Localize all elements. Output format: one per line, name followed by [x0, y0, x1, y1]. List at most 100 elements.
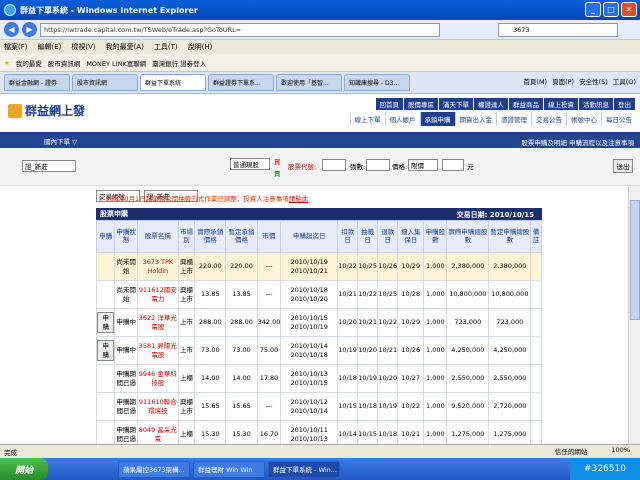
top-link[interactable]: 登出 — [614, 98, 636, 110]
zoom-level[interactable]: 100% — [611, 446, 630, 456]
cell-dates: 2010/10/13 2010/10/15 — [280, 364, 339, 393]
cell-d2: 10/18 — [357, 392, 379, 421]
order-type-select[interactable]: 普通現股 — [230, 158, 270, 170]
main-menu-item-active[interactable]: 承銷申購 — [419, 112, 455, 126]
cell-d2: 10/20 — [357, 336, 379, 365]
browser-tab[interactable]: 群益金融網 - 證券 — [4, 74, 70, 91]
menu-favorites[interactable]: 我的最愛(A) — [106, 42, 144, 52]
browser-tab[interactable]: 群益證券下單系... — [208, 74, 274, 91]
cell-t1: 2,550,000 — [446, 364, 490, 393]
main-menu-item[interactable]: 個人帳戶 — [384, 112, 420, 126]
start-button[interactable]: 開始 — [0, 458, 48, 480]
cell-d3: 10/21 — [377, 336, 399, 365]
menu-edit[interactable]: 編輯(E) — [38, 42, 62, 52]
favorites-bar: ★ 我的最愛 股市資訊網 MONEY LINK富聯網 臺灣銀行 證券登入 — [0, 54, 640, 72]
url-input[interactable]: https://iwtrade.capital.com.tw/TSWeb/eTr… — [40, 22, 440, 37]
main-menu-item[interactable]: 期貨出入金 — [454, 112, 497, 126]
stock-code-input[interactable] — [322, 159, 346, 171]
table-row: 申購期間已過 9946 金華科技股 上櫃 14.00 14.00 17.80 2010/10… — [95, 364, 542, 393]
cell-d1: 10/22 — [337, 252, 359, 281]
submit-button[interactable]: 送出 — [613, 159, 633, 173]
cell-dates: 2010/10/12 2010/10/14 — [280, 392, 339, 421]
taskbar-item[interactable]: 蘋果屬控3673架構... — [118, 460, 190, 478]
fav-item[interactable]: 我的最愛 — [16, 58, 42, 68]
cell-p1: 15.65 — [194, 392, 227, 421]
subscribe-button[interactable]: 申購 — [97, 312, 115, 333]
cell-btn: 申購 — [95, 336, 116, 365]
back-button[interactable]: ◀ — [4, 22, 19, 37]
forward-button[interactable]: ▶ — [22, 22, 37, 37]
top-link[interactable]: 群益商品 — [509, 98, 544, 110]
favorites-star-icon[interactable]: ★ — [4, 59, 10, 67]
scroll-thumb[interactable] — [630, 200, 640, 320]
fav-item[interactable]: MONEY LINK富聯網 — [86, 58, 146, 68]
site-logo[interactable]: 群益網上發 — [8, 102, 85, 119]
cell-market: 上市 — [177, 308, 196, 337]
taskbar-item[interactable]: 群益理財 Win Win — [193, 460, 265, 478]
column-header: 實際申購總股數 — [446, 220, 490, 253]
top-link[interactable]: 滿天下單 — [439, 98, 474, 110]
home-command[interactable]: 首頁(M) — [523, 76, 547, 86]
top-link[interactable]: 股價專區 — [404, 98, 439, 110]
cell-name: 3622 洋華光電股 — [136, 308, 179, 337]
maximize-button[interactable]: □ — [603, 2, 619, 17]
cell-p1: 220.00 — [194, 252, 227, 281]
cell-p2: 220.00 — [225, 252, 258, 281]
price-input[interactable] — [442, 159, 464, 171]
cell-d2: 10/22 — [357, 280, 379, 309]
subscription-info-link[interactable]: 股票申購及明細 申購流程以及注意事項 — [521, 137, 634, 147]
page-command[interactable]: 頁面(P) — [552, 76, 574, 86]
browser-tab[interactable]: 知識庫搜尋 - D3... — [344, 74, 410, 91]
cell-t1: 723,000 — [446, 308, 490, 337]
site-header: 群益網上發 回首頁 股價專區 滿天下單 權證達人 群益商品 線上投資 活動訊息 … — [0, 94, 640, 134]
cell-mkt: 17.80 — [256, 364, 282, 393]
cell-d1: 10/19 — [337, 336, 359, 365]
browser-tab-active[interactable]: 群益下單系統 — [140, 74, 206, 91]
browser-tab[interactable]: 歡迎使用「基智... — [276, 74, 342, 91]
cell-t1: 10,800,000 — [446, 280, 490, 309]
top-link[interactable]: 回首頁 — [375, 98, 404, 110]
menu-view[interactable]: 檢視(V) — [71, 42, 95, 52]
cell-d4: 10/26 — [397, 336, 425, 365]
taskbar-item-active[interactable]: 群益下單系統 - Win... — [268, 460, 340, 478]
buy-radio[interactable]: 買 — [274, 156, 281, 166]
main-menu-item[interactable]: 交易公告 — [531, 112, 566, 126]
notice-link[interactable]: 請點此 — [289, 195, 309, 203]
cell-status: 申購期間已過 — [114, 392, 138, 421]
cell-name: 9946 金華科技股 — [136, 364, 179, 393]
main-menu-item[interactable]: 線上下單 — [349, 112, 385, 126]
cell-dates: 2010/10/19 2010/10/21 — [280, 252, 339, 281]
price-type-select[interactable]: 限價 — [408, 159, 438, 171]
column-header: 申購起迄日 — [280, 220, 339, 253]
cell-remark — [530, 336, 542, 365]
menu-help[interactable]: 說明(H) — [188, 42, 213, 52]
main-menu-item[interactable]: 每日公告 — [601, 112, 636, 126]
domestic-order-link[interactable]: 國內下單 ▽ — [44, 136, 77, 146]
browser-tab[interactable]: 股市資訊網 — [72, 74, 138, 91]
tools-command[interactable]: 工具(O) — [613, 76, 636, 86]
menu-tools[interactable]: 工具(T) — [154, 42, 178, 52]
fav-item[interactable]: 股市資訊網 — [48, 58, 81, 68]
vertical-scrollbar[interactable] — [628, 186, 640, 444]
search-input[interactable]: 3673 — [498, 23, 618, 37]
subscribe-button[interactable]: 申購 — [97, 340, 115, 361]
column-header: 退款日 — [377, 220, 399, 253]
menu-file[interactable]: 檔案(F) — [4, 42, 28, 52]
account-select[interactable]: 證_新莊 — [22, 160, 76, 172]
cell-remark — [530, 364, 542, 393]
top-link[interactable]: 活動訊息 — [579, 98, 614, 110]
sell-radio[interactable]: 賣 — [274, 168, 281, 178]
main-menu-item[interactable]: 帳號中心 — [566, 112, 601, 126]
minimize-button[interactable]: _ — [585, 2, 601, 17]
cell-d2: 10/19 — [357, 364, 379, 393]
cell-d4: 10/29 — [397, 308, 425, 337]
safety-command[interactable]: 安全性(S) — [579, 76, 608, 86]
close-button[interactable]: ✕ — [621, 2, 637, 17]
top-link[interactable]: 權證達人 — [474, 98, 509, 110]
status-text: 完成 — [4, 448, 17, 457]
column-header: 撥入集保日 — [397, 220, 425, 253]
quantity-input[interactable] — [366, 159, 390, 171]
fav-item[interactable]: 臺灣銀行 證券登入 — [152, 58, 206, 68]
main-menu-item[interactable]: 憑證管理 — [496, 112, 531, 126]
top-link[interactable]: 線上投資 — [544, 98, 579, 110]
